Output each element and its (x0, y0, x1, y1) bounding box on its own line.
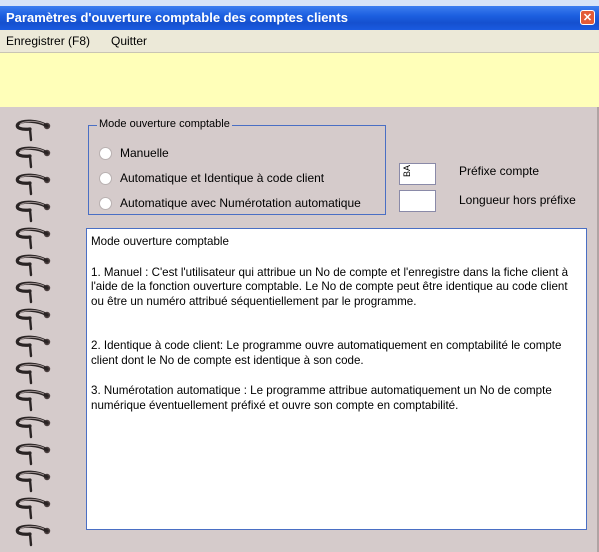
spiral-ring-icon (15, 335, 51, 358)
radio-label-numerotation[interactable]: Automatique avec Numérotation automatiqu… (120, 196, 361, 210)
prefix-label: Préfixe compte (459, 164, 540, 178)
spiral-ring-icon (15, 227, 51, 250)
length-label: Longueur hors préfixe (459, 193, 576, 207)
prefix-input[interactable]: BA (399, 163, 436, 185)
radio-label-identique[interactable]: Automatique et Identique à code client (120, 171, 324, 185)
spiral-binding-icon (15, 119, 51, 547)
radio-identique[interactable] (99, 172, 112, 185)
spiral-ring-icon (15, 416, 51, 439)
spiral-ring-icon (15, 362, 51, 385)
description-paragraph-3: 3. Numérotation automatique : Le program… (91, 384, 552, 412)
spiral-ring-icon (15, 308, 51, 331)
menu-item-enregistrer[interactable]: Enregistrer (F8) (6, 34, 90, 48)
spiral-ring-icon (15, 281, 51, 304)
length-input[interactable] (399, 190, 436, 212)
spiral-ring-icon (15, 470, 51, 493)
mode-group-legend: Mode ouverture comptable (97, 118, 232, 130)
radio-manuelle[interactable] (99, 147, 112, 160)
spiral-ring-icon (15, 173, 51, 196)
description-memo[interactable]: Mode ouverture comptable 1. Manuel : C'e… (86, 228, 587, 530)
spiral-ring-icon (15, 443, 51, 466)
description-heading: Mode ouverture comptable (91, 235, 229, 248)
radio-label-manuelle[interactable]: Manuelle (120, 146, 169, 160)
message-band (0, 53, 599, 107)
spiral-ring-icon (15, 146, 51, 169)
menu-bar: Enregistrer (F8) Quitter (0, 30, 599, 53)
description-paragraph-2: 2. Identique à code client: Le programme… (91, 339, 562, 367)
spiral-ring-icon (15, 497, 51, 520)
title-bar[interactable]: Paramètres d'ouverture comptable des com… (0, 6, 599, 30)
close-icon[interactable]: ✕ (580, 10, 595, 25)
menu-item-quitter[interactable]: Quitter (111, 34, 147, 48)
radio-numerotation[interactable] (99, 197, 112, 210)
spiral-ring-icon (15, 254, 51, 277)
spiral-ring-icon (15, 200, 51, 223)
spiral-ring-icon (15, 119, 51, 142)
spiral-ring-icon (15, 389, 51, 412)
description-paragraph-1: 1. Manuel : C'est l'utilisateur qui attr… (91, 265, 569, 308)
prefix-value: BA (402, 165, 412, 178)
spiral-ring-icon (15, 524, 51, 547)
window-title: Paramètres d'ouverture comptable des com… (6, 10, 348, 25)
